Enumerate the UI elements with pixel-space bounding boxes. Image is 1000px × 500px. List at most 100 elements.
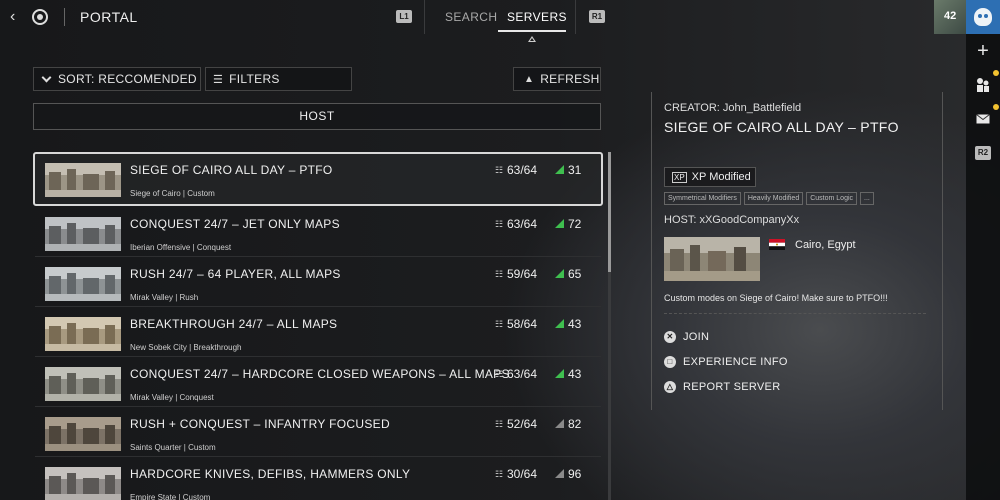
host-server-button[interactable]: HOST (33, 103, 601, 130)
ping-signal-icon (555, 165, 564, 174)
server-map-mode: Empire State | Custom (130, 493, 211, 500)
ping-signal-icon (555, 219, 564, 228)
l1-button-icon[interactable]: L1 (396, 10, 412, 23)
tag-chip[interactable]: Custom Logic (806, 192, 858, 205)
player-count: 30/64 (507, 467, 538, 481)
skull-icon (974, 8, 992, 26)
divider (64, 8, 65, 26)
notification-dot (993, 104, 999, 110)
square-button-icon: □ (664, 356, 676, 368)
player-count: 63/64 (507, 163, 538, 177)
server-name: RUSH + CONQUEST – INFANTRY FOCUSED (130, 417, 390, 431)
player-count: 52/64 (507, 417, 538, 431)
server-row[interactable]: CONQUEST 24/7 – HARDCORE CLOSED WEAPONS … (35, 358, 601, 407)
map-thumbnail (45, 163, 121, 197)
social-hub-button[interactable] (966, 0, 1000, 34)
chevron-down-icon (41, 72, 52, 82)
server-name: RUSH 24/7 – 64 PLAYER, ALL MAPS (130, 267, 341, 281)
r2-button[interactable]: R2 (966, 138, 1000, 168)
active-tab-indicator (498, 30, 566, 32)
player-count: 59/64 (507, 267, 538, 281)
r1-button-icon[interactable]: R1 (589, 10, 605, 23)
ping-signal-icon (555, 269, 564, 278)
server-name: CONQUEST 24/7 – HARDCORE CLOSED WEAPONS … (130, 367, 510, 381)
xp-label: XP Modified (691, 171, 751, 183)
filters-button[interactable]: ☰ FILTERS (205, 67, 352, 91)
modifier-tags: Symmetrical Modifiers Heavily Modified C… (664, 192, 874, 205)
server-location: Cairo, Egypt (795, 239, 856, 251)
server-row[interactable]: HARDCORE KNIVES, DEFIBS, HAMMERS ONLY Emp… (35, 458, 601, 500)
plus-icon[interactable]: + (966, 36, 1000, 66)
ping-value: 43 (568, 317, 582, 331)
players-icon: ☷ (495, 165, 504, 175)
notification-dot (993, 70, 999, 76)
ping-value: 72 (568, 217, 582, 231)
players-icon: ☷ (495, 369, 504, 379)
refresh-label: REFRESH (540, 72, 600, 86)
filter-icon: ☰ (213, 73, 224, 86)
ping-signal-icon (555, 419, 564, 428)
map-thumbnail (45, 317, 121, 351)
server-name: BREAKTHROUGH 24/7 – ALL MAPS (130, 317, 338, 331)
tag-chip[interactable]: ... (860, 192, 874, 205)
server-row[interactable]: BREAKTHROUGH 24/7 – ALL MAPS New Sobek Ci… (35, 308, 601, 357)
tab-servers[interactable]: SERVERS (507, 10, 567, 24)
scrollbar-thumb[interactable] (608, 152, 611, 272)
creator-label: CREATOR: John_Battlefield (664, 102, 802, 114)
page-title: PORTAL (80, 9, 138, 25)
sort-dropdown[interactable]: SORT: RECCOMENDED (33, 67, 201, 91)
join-action[interactable]: ✕ JOIN (664, 331, 709, 343)
server-name: SIEGE OF CAIRO ALL DAY – PTFO (130, 163, 333, 177)
map-thumbnail (45, 217, 121, 251)
players-icon: ☷ (495, 419, 504, 429)
server-row[interactable]: RUSH 24/7 – 64 PLAYER, ALL MAPS Mirak Val… (35, 258, 601, 307)
server-description: Custom modes on Siege of Cairo! Make sur… (664, 293, 888, 303)
server-map-mode: Saints Quarter | Custom (130, 443, 216, 452)
tag-chip[interactable]: Symmetrical Modifiers (664, 192, 741, 205)
egypt-flag-icon (769, 239, 785, 250)
x-button-icon: ✕ (664, 331, 676, 343)
map-thumbnail (45, 267, 121, 301)
ping-value: 31 (568, 163, 582, 177)
server-map-mode: Mirak Valley | Conquest (130, 393, 214, 402)
refresh-icon: ▲ (524, 73, 535, 85)
server-row[interactable]: RUSH + CONQUEST – INFANTRY FOCUSED Saints… (35, 408, 601, 457)
server-detail-panel: CREATOR: John_Battlefield SIEGE OF CAIRO… (651, 92, 943, 410)
tab-search[interactable]: SEARCH (445, 10, 497, 24)
ping-signal-icon (555, 369, 564, 378)
players-icon: ☷ (495, 269, 504, 279)
player-count: 63/64 (507, 217, 538, 231)
tag-chip[interactable]: Heavily Modified (743, 192, 804, 205)
xp-modified-chip[interactable]: XP XP Modified (664, 167, 756, 187)
filters-label: FILTERS (229, 72, 280, 86)
player-count: 58/64 (507, 317, 538, 331)
server-list: SIEGE OF CAIRO ALL DAY – PTFO Siege of Ca… (33, 152, 603, 500)
experience-info-action[interactable]: □ EXPERIENCE INFO (664, 356, 788, 368)
map-thumbnail (664, 237, 760, 281)
ping-signal-icon (555, 319, 564, 328)
server-name: HARDCORE KNIVES, DEFIBS, HAMMERS ONLY (130, 467, 411, 481)
portal-target-icon (32, 9, 48, 25)
detail-title: SIEGE OF CAIRO ALL DAY – PTFO (664, 119, 899, 135)
server-map-mode: Mirak Valley | Rush (130, 293, 199, 302)
tab-bar: SEARCH SERVERS (424, 0, 576, 34)
ping-signal-icon (555, 469, 564, 478)
server-map-mode: New Sobek City | Breakthrough (130, 343, 242, 352)
r2-button-icon: R2 (975, 146, 991, 160)
top-bar: ‹ PORTAL L1 SEARCH SERVERS R1 (0, 0, 1000, 34)
server-row[interactable]: SIEGE OF CAIRO ALL DAY – PTFO Siege of Ca… (33, 152, 603, 206)
players-icon: ☷ (495, 319, 504, 329)
server-map-mode: Siege of Cairo | Custom (130, 189, 215, 198)
report-server-action[interactable]: △ REPORT SERVER (664, 381, 780, 393)
back-arrow-icon[interactable]: ‹ (10, 8, 24, 26)
ping-value: 96 (568, 467, 582, 481)
ping-value: 82 (568, 417, 582, 431)
experience-info-label: EXPERIENCE INFO (683, 356, 788, 368)
player-count: 63/64 (507, 367, 538, 381)
refresh-button[interactable]: ▲ REFRESH (513, 67, 601, 91)
player-level: 42 (944, 10, 957, 22)
server-row[interactable]: CONQUEST 24/7 – JET ONLY MAPS Iberian Off… (35, 208, 601, 257)
server-name: CONQUEST 24/7 – JET ONLY MAPS (130, 217, 340, 231)
map-thumbnail (45, 467, 121, 500)
ping-value: 43 (568, 367, 582, 381)
